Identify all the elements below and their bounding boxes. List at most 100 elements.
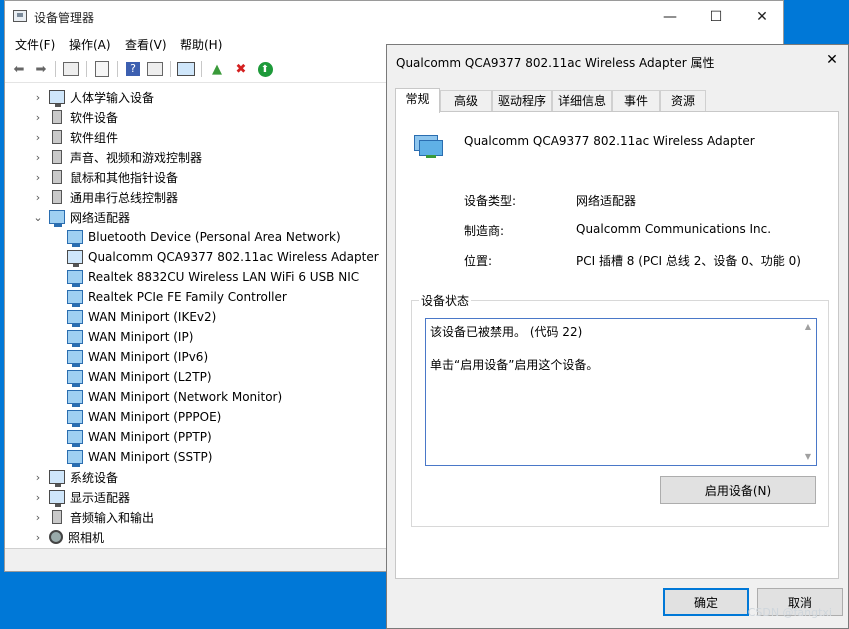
tree-category-software-components[interactable]: › 软件组件	[33, 127, 118, 147]
action-pane-icon[interactable]	[145, 59, 165, 79]
network-adapter-icon	[67, 450, 83, 467]
maximize-button[interactable]: ☐	[693, 1, 739, 33]
tab-events[interactable]: 事件	[612, 90, 660, 112]
dialog-close-button[interactable]: ✕	[822, 50, 842, 70]
network-adapter-icon	[67, 330, 83, 347]
tree-category-sound-video[interactable]: › 声音、视频和游戏控制器	[33, 147, 202, 167]
tab-driver[interactable]: 驱动程序	[492, 90, 552, 112]
menu-file[interactable]: 文件(F)	[15, 36, 55, 53]
tab-general[interactable]: 常规	[395, 88, 440, 113]
tree-item-wan-pppoe[interactable]: WAN Miniport (PPPOE)	[67, 407, 221, 427]
tree-category-usb-controllers[interactable]: › 通用串行总线控制器	[33, 187, 178, 207]
chevron-right-icon[interactable]: ›	[33, 491, 43, 504]
tree-category-mice[interactable]: › 鼠标和其他指针设备	[33, 167, 178, 187]
update-driver-icon[interactable]: ▲	[207, 59, 227, 79]
show-hide-console-tree-icon[interactable]	[61, 59, 81, 79]
tree-item-wan-sstp[interactable]: WAN Miniport (SSTP)	[67, 447, 212, 467]
tree-item-qualcomm-qca9377[interactable]: Qualcomm QCA9377 802.11ac Wireless Adapt…	[67, 247, 379, 267]
tree-item-wan-ikev2[interactable]: WAN Miniport (IKEv2)	[67, 307, 216, 327]
enable-device-button[interactable]: 启用设备(N)	[660, 476, 816, 504]
network-adapter-icon	[67, 270, 83, 287]
tab-details[interactable]: 详细信息	[552, 90, 612, 112]
device-status-group: 设备状态 该设备已被禁用。 (代码 22) 单击“启用设备”启用这个设备。 ▲ …	[411, 292, 829, 527]
manufacturer-value: Qualcomm Communications Inc.	[576, 222, 772, 236]
chevron-right-icon[interactable]: ›	[33, 531, 43, 544]
audio-icon	[52, 510, 62, 524]
help-icon[interactable]: ?	[123, 59, 143, 79]
properties-icon[interactable]	[92, 59, 112, 79]
tree-item-wan-network-monitor[interactable]: WAN Miniport (Network Monitor)	[67, 387, 282, 407]
network-adapter-icon	[67, 310, 83, 327]
chevron-right-icon[interactable]: ›	[33, 111, 43, 124]
network-adapter-icon	[67, 410, 83, 427]
status-text-line-2: 单击“启用设备”启用这个设备。	[430, 358, 599, 372]
ok-button[interactable]: 确定	[663, 588, 749, 616]
device-type-label: 设备类型:	[464, 194, 517, 208]
chevron-right-icon[interactable]: ›	[33, 91, 43, 104]
tree-category-human-interface[interactable]: › 人体学输入设备	[33, 87, 154, 107]
tree-category-display-adapters[interactable]: › 显示适配器	[33, 487, 130, 507]
device-status-textbox[interactable]: 该设备已被禁用。 (代码 22) 单击“启用设备”启用这个设备。 ▲ ▼	[425, 318, 817, 466]
back-arrow-icon[interactable]: ⬅	[9, 59, 29, 79]
tree-item-wan-ip[interactable]: WAN Miniport (IP)	[67, 327, 193, 347]
uninstall-device-icon[interactable]: ✖	[231, 59, 251, 79]
scan-hardware-icon[interactable]	[176, 59, 196, 79]
tree-item-wan-ipv6[interactable]: WAN Miniport (IPv6)	[67, 347, 208, 367]
device-name: Qualcomm QCA9377 802.11ac Wireless Adapt…	[464, 134, 755, 148]
location-label: 位置:	[464, 254, 493, 268]
chevron-right-icon[interactable]: ›	[33, 131, 43, 144]
minimize-button[interactable]: —	[647, 1, 693, 33]
menu-view[interactable]: 查看(V)	[125, 36, 167, 53]
enable-device-icon[interactable]: ⬆	[255, 59, 275, 79]
scroll-up-icon[interactable]: ▲	[800, 319, 816, 335]
device-type-value: 网络适配器	[576, 194, 637, 208]
keyboard-icon	[49, 90, 65, 107]
software-device-icon	[52, 110, 62, 124]
tree-item-wan-pptp[interactable]: WAN Miniport (PPTP)	[67, 427, 212, 447]
menu-help[interactable]: 帮助(H)	[180, 36, 222, 53]
status-scrollbar[interactable]: ▲ ▼	[800, 319, 816, 465]
status-text-line-1: 该设备已被禁用。 (代码 22)	[430, 325, 583, 339]
mouse-icon	[52, 170, 62, 184]
network-adapter-icon	[67, 290, 83, 307]
tree-item-bluetooth-pan[interactable]: Bluetooth Device (Personal Area Network)	[67, 227, 341, 247]
tree-category-network-adapters[interactable]: ⌄ 网络适配器	[33, 207, 130, 227]
camera-icon	[49, 530, 63, 544]
scroll-down-icon[interactable]: ▼	[800, 449, 816, 465]
close-button[interactable]: ✕	[739, 1, 785, 33]
menu-action[interactable]: 操作(A)	[69, 36, 111, 53]
tree-item-wan-l2tp[interactable]: WAN Miniport (L2TP)	[67, 367, 212, 387]
tree-category-software-devices[interactable]: › 软件设备	[33, 107, 118, 127]
device-manager-icon	[13, 10, 27, 22]
network-adapter-icon	[67, 230, 83, 247]
forward-arrow-icon[interactable]: ➡	[31, 59, 51, 79]
network-adapter-icon	[67, 370, 83, 387]
tree-category-audio-io[interactable]: › 音频输入和输出	[33, 507, 154, 527]
tree-category-system-devices[interactable]: › 系统设备	[33, 467, 118, 487]
chevron-right-icon[interactable]: ›	[33, 511, 43, 524]
tree-item-realtek-pcie-fe[interactable]: Realtek PCIe FE Family Controller	[67, 287, 287, 307]
display-adapter-icon	[49, 490, 65, 507]
tab-resources[interactable]: 资源	[660, 90, 706, 112]
chevron-down-icon[interactable]: ⌄	[33, 211, 43, 224]
network-adapter-icon	[67, 430, 83, 447]
general-tab-panel: Qualcomm QCA9377 802.11ac Wireless Adapt…	[395, 111, 839, 579]
properties-dialog: Qualcomm QCA9377 802.11ac Wireless Adapt…	[386, 44, 849, 629]
chevron-right-icon[interactable]: ›	[33, 151, 43, 164]
chevron-right-icon[interactable]: ›	[33, 471, 43, 484]
tab-advanced[interactable]: 高级	[440, 90, 492, 112]
chevron-right-icon[interactable]: ›	[33, 171, 43, 184]
location-value: PCI 插槽 8 (PCI 总线 2、设备 0、功能 0)	[576, 254, 801, 268]
network-adapter-icon	[67, 390, 83, 407]
manufacturer-label: 制造商:	[464, 224, 505, 238]
system-device-icon	[49, 470, 65, 487]
tree-item-realtek-8832cu[interactable]: Realtek 8832CU Wireless LAN WiFi 6 USB N…	[67, 267, 359, 287]
usb-icon	[52, 190, 62, 204]
disabled-adapter-icon	[67, 250, 83, 267]
network-adapter-icon	[67, 350, 83, 367]
tree-category-cameras[interactable]: › 照相机	[33, 527, 104, 547]
window-title: 设备管理器	[34, 11, 95, 25]
chevron-right-icon[interactable]: ›	[33, 191, 43, 204]
title-bar[interactable]: 设备管理器 — ☐ ✕	[5, 1, 783, 33]
network-adapter-icon	[49, 210, 65, 227]
